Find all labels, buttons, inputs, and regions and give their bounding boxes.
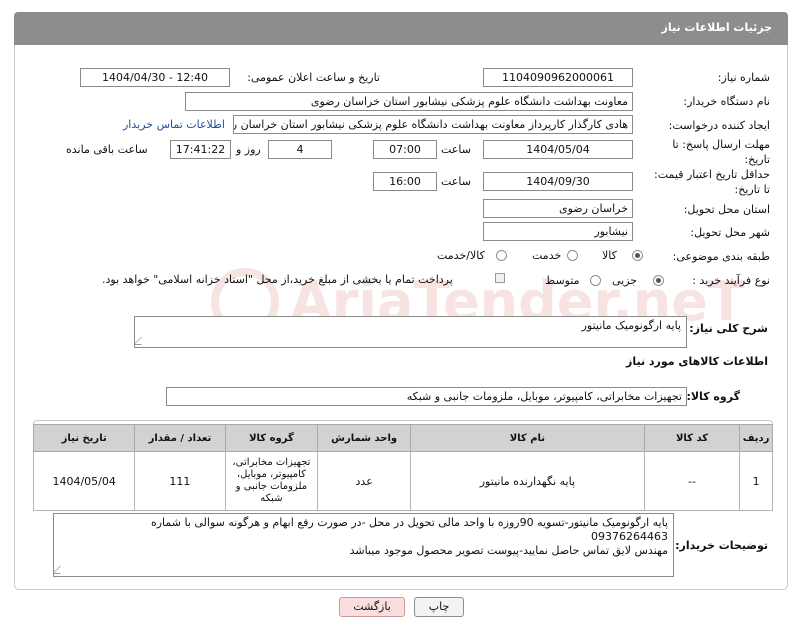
deadline-label: مهلت ارسال پاسخ: تا — [672, 138, 770, 151]
province-label: استان محل تحویل: — [683, 203, 770, 216]
price-date-field: 1404/09/30 — [483, 172, 633, 191]
col-unit: واحد شمارش — [317, 424, 411, 452]
col-goods-group: گروه کالا — [224, 424, 319, 452]
city-label: شهر محل تحویل: — [690, 226, 770, 239]
col-quantity: تعداد / مقدار — [134, 424, 226, 452]
days-label: روز و — [236, 143, 261, 156]
price-validity-label: حداقل تاریخ اعتبار قیمت: — [654, 168, 770, 181]
goods-group-label: گروه کالا: — [686, 390, 740, 403]
process-radio-medium[interactable] — [590, 275, 601, 286]
days-remaining-field: 4 — [268, 140, 332, 159]
col-item-code: کد کالا — [643, 424, 741, 452]
cell-item-code: -- — [643, 451, 741, 511]
category-radio-both[interactable] — [496, 250, 507, 261]
treasury-payment-checkbox[interactable] — [495, 273, 505, 283]
print-button[interactable]: چاپ — [414, 597, 464, 617]
remaining-time-label: ساعت باقی مانده — [66, 143, 148, 156]
cell-quantity: 111 — [134, 451, 226, 511]
cell-goods-group: تجهیزات مخابراتی، کامپیوتر، موبایل، ملزو… — [224, 451, 319, 511]
items-table: ردیف کد کالا نام کالا واحد شمارش گروه کا… — [32, 424, 773, 511]
buyer-contact-link[interactable]: اطلاعات تماس خریدار — [123, 118, 225, 131]
buyer-notes-label: توضیحات خریدار: — [675, 539, 768, 552]
page-title: جزئیات اطلاعات نیاز — [661, 21, 773, 34]
category-radio-service[interactable] — [567, 250, 578, 261]
panel-header: جزئیات اطلاعات نیاز — [14, 12, 788, 45]
deadline-label-date: تاریخ: — [744, 153, 770, 166]
price-validity-label-date: تا تاریخ: — [734, 183, 770, 196]
process-option-minor: جزیی — [612, 274, 638, 287]
deadline-time-label: ساعت — [441, 143, 471, 156]
buyer-notes-line-2: 09376264463 — [591, 530, 668, 543]
buyer-notes-box: پایه ارگونومیک مانیتور-تسویه 90روزه با و… — [53, 513, 674, 577]
resize-grip-icon[interactable] — [135, 337, 149, 345]
category-radio-goods[interactable] — [632, 250, 643, 261]
cell-row-number: 1 — [739, 451, 773, 511]
process-type-label: نوع فرآیند خرید : — [692, 274, 770, 287]
process-radio-minor[interactable] — [653, 275, 664, 286]
need-summary-text: پایه ارگونومیک مانیتور — [581, 319, 681, 332]
need-summary-label: شرح کلی نیاز: — [689, 322, 768, 335]
deadline-date-field: 1404/05/04 — [483, 140, 633, 159]
cell-unit: عدد — [317, 451, 411, 511]
buyer-org-field: معاونت بهداشت دانشگاه علوم پزشکی نیشابور… — [185, 92, 633, 111]
buyer-notes-line-3: مهندس لایق تماس حاصل نمایید-پیوست تصویر … — [349, 544, 668, 557]
cell-need-date: 1404/05/04 — [32, 451, 136, 511]
requester-field: هادی کارگذار کارپرداز معاونت بهداشت دانش… — [233, 115, 633, 134]
price-time-field: 16:00 — [373, 172, 437, 191]
city-field: نیشابور — [483, 222, 633, 241]
category-option-goods: کالا — [602, 249, 617, 262]
buyer-notes-line-1: پایه ارگونومیک مانیتور-تسویه 90روزه با و… — [150, 516, 668, 529]
col-row-number: ردیف — [739, 424, 773, 452]
category-option-service: خدمت — [532, 249, 562, 262]
requester-label: ایجاد کننده درخواست: — [668, 119, 770, 132]
table-header-row: ردیف کد کالا نام کالا واحد شمارش گروه کا… — [32, 424, 773, 452]
category-label: طبقه بندی موضوعی: — [672, 250, 770, 263]
back-button[interactable]: بازگشت — [339, 597, 405, 617]
table-row: 1 -- پایه نگهدارنده مانیتور عدد تجهیزات … — [32, 451, 773, 511]
goods-info-title: اطلاعات کالاهای مورد نیاز — [626, 355, 768, 368]
col-need-date: تاریخ نیاز — [32, 424, 136, 452]
col-item-name: نام کالا — [409, 424, 645, 452]
treasury-payment-note: پرداخت تمام یا بخشی از مبلغ خرید،از محل … — [102, 273, 453, 286]
need-number-label: شماره نیاز: — [717, 71, 770, 84]
deadline-time-field: 07:00 — [373, 140, 437, 159]
process-option-medium: متوسط — [545, 274, 580, 287]
province-field: خراسان رضوی — [483, 199, 633, 218]
remaining-time-field: 17:41:22 — [170, 140, 231, 159]
goods-group-field: تجهیزات مخابراتی، کامپیوتر، موبایل، ملزو… — [166, 387, 687, 406]
category-option-both: کالا/خدمت — [437, 249, 485, 262]
price-time-label: ساعت — [441, 175, 471, 188]
need-summary-box: پایه ارگونومیک مانیتور — [134, 316, 687, 348]
cell-item-name: پایه نگهدارنده مانیتور — [409, 451, 645, 511]
resize-grip-icon[interactable] — [54, 566, 68, 574]
buyer-org-label: نام دستگاه خریدار: — [683, 95, 770, 108]
need-number-field: 1104090962000061 — [483, 68, 633, 87]
announce-field: 1404/04/30 - 12:40 — [80, 68, 230, 87]
announce-label: تاریخ و ساعت اعلان عمومی: — [247, 71, 380, 84]
